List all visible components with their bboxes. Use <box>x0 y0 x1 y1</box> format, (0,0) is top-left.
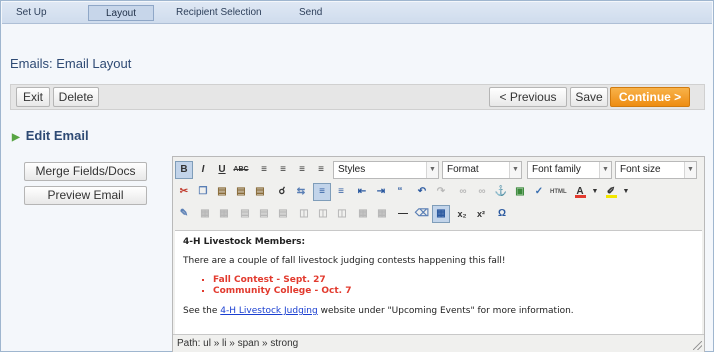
chevron-down-icon[interactable]: ▼ <box>590 183 600 201</box>
replace-icon[interactable]: ⇆ <box>292 183 310 201</box>
paste-icon[interactable]: ▤ <box>213 183 231 201</box>
editor-status-bar: Path: ul » li » span » strong <box>173 334 704 352</box>
chevron-down-icon: ▼ <box>599 162 611 178</box>
bullet-list-icon[interactable]: ≡ <box>313 183 331 201</box>
remove-format-icon[interactable]: ⌫ <box>413 205 431 223</box>
highlight-color-icon[interactable]: ✐ <box>602 183 620 201</box>
edit-css-icon[interactable]: ✎ <box>175 205 193 223</box>
section-title: ▶ Edit Email <box>12 128 89 143</box>
top-nav: Set Up Layout Recipient Selection Send <box>2 2 712 24</box>
tab-recipient-selection[interactable]: Recipient Selection <box>170 5 268 21</box>
section-title-label: Edit Email <box>25 128 89 143</box>
subscript-icon[interactable]: x₂ <box>453 205 471 223</box>
numbered-list-icon[interactable]: ≡ <box>332 183 350 201</box>
delete-button[interactable]: Delete <box>53 87 99 107</box>
tab-set-up[interactable]: Set Up <box>10 5 53 21</box>
italic-icon[interactable]: I <box>194 161 212 179</box>
chevron-down-icon: ▼ <box>426 162 438 178</box>
split-cells-icon[interactable]: ▦ <box>354 205 372 223</box>
chevron-down-icon[interactable]: ▼ <box>621 183 631 201</box>
paste-word-icon[interactable]: ▤ <box>251 183 269 201</box>
editor-toolbar-row-3: ✎ ▦ ▦ ▤ ▤ ▤ ◫ ◫ ◫ ▦ ▦ — ⌫ ▦ x₂ x² Ω <box>175 203 702 225</box>
format-select[interactable]: Format ▼ <box>442 161 522 179</box>
undo-icon[interactable]: ↶ <box>413 183 431 201</box>
html-source-icon[interactable]: HTML <box>549 183 567 201</box>
page-title: Emails: Email Layout <box>10 56 132 71</box>
app-frame: Set Up Layout Recipient Selection Send E… <box>0 0 714 352</box>
editor-toolbar-row-1: B I U ABC ≡ ≡ ≡ ≡ Styles ▼ Format ▼ Font f… <box>175 159 702 181</box>
align-justify-icon[interactable]: ≡ <box>312 161 330 179</box>
element-path: Path: ul » li » span » strong <box>177 338 299 349</box>
blockquote-icon[interactable]: “ <box>391 183 409 201</box>
merge-cells-icon[interactable]: ▦ <box>373 205 391 223</box>
align-center-icon[interactable]: ≡ <box>274 161 292 179</box>
action-bar: Exit Delete < Previous Save Continue > <box>10 84 705 110</box>
outro-after: website under "Upcoming Events" for more… <box>317 306 574 316</box>
align-left-icon[interactable]: ≡ <box>255 161 273 179</box>
insert-col-after-icon[interactable]: ◫ <box>314 205 332 223</box>
outdent-icon[interactable]: ⇤ <box>353 183 371 201</box>
merge-fields-button[interactable]: Merge Fields/Docs <box>24 162 147 181</box>
redo-icon[interactable]: ↷ <box>432 183 450 201</box>
table-cell-props-icon[interactable]: ▦ <box>215 205 233 223</box>
special-character-icon[interactable]: Ω <box>493 205 511 223</box>
exit-button[interactable]: Exit <box>16 87 50 107</box>
editor-content[interactable]: 4-H Livestock Members: There are a coupl… <box>175 230 702 334</box>
font-size-select-value: Font size <box>620 164 661 175</box>
image-icon[interactable]: ▣ <box>511 183 529 201</box>
indent-icon[interactable]: ⇥ <box>372 183 390 201</box>
link-icon[interactable]: ∞ <box>454 183 472 201</box>
align-right-icon[interactable]: ≡ <box>293 161 311 179</box>
styles-select[interactable]: Styles ▼ <box>333 161 439 179</box>
unlink-icon[interactable]: ∞ <box>473 183 491 201</box>
insert-row-before-icon[interactable]: ▤ <box>236 205 254 223</box>
continue-button[interactable]: Continue > <box>610 87 690 107</box>
email-outro: See the 4-H Livestock Judging website un… <box>183 306 694 316</box>
tab-layout[interactable]: Layout <box>88 5 154 21</box>
visual-aid-icon[interactable]: ▦ <box>432 205 450 223</box>
paste-text-icon[interactable]: ▤ <box>232 183 250 201</box>
table-row-props-icon[interactable]: ▦ <box>196 205 214 223</box>
find-icon[interactable]: ☌ <box>273 183 291 201</box>
styles-select-value: Styles <box>338 164 366 175</box>
livestock-judging-link[interactable]: 4-H Livestock Judging <box>220 306 317 316</box>
font-family-select[interactable]: Font family ▼ <box>527 161 612 179</box>
previous-button[interactable]: < Previous <box>489 87 567 107</box>
delete-col-icon[interactable]: ◫ <box>333 205 351 223</box>
horizontal-rule-icon[interactable]: — <box>394 205 412 223</box>
font-family-select-value: Font family <box>532 164 581 175</box>
cut-icon[interactable]: ✂ <box>175 183 193 201</box>
strikethrough-icon[interactable]: ABC <box>232 161 250 179</box>
cleanup-icon[interactable]: ✓ <box>530 183 548 201</box>
format-select-value: Format <box>447 164 479 175</box>
outro-before: See the <box>183 306 221 316</box>
list-item: Fall Contest - Sept. 27 <box>213 275 694 286</box>
bold-icon[interactable]: B <box>175 161 193 179</box>
email-intro: There are a couple of fall livestock jud… <box>183 256 506 266</box>
rich-text-editor: B I U ABC ≡ ≡ ≡ ≡ Styles ▼ Format ▼ Font f… <box>172 156 705 352</box>
delete-row-icon[interactable]: ▤ <box>274 205 292 223</box>
expand-arrow-icon: ▶ <box>12 132 20 143</box>
email-heading: 4-H Livestock Members: <box>183 237 306 247</box>
font-size-select[interactable]: Font size ▼ <box>615 161 697 179</box>
copy-icon[interactable]: ❐ <box>194 183 212 201</box>
save-button[interactable]: Save <box>570 87 608 107</box>
insert-col-before-icon[interactable]: ◫ <box>295 205 313 223</box>
tab-send[interactable]: Send <box>293 5 328 21</box>
anchor-icon[interactable]: ⚓ <box>492 183 510 201</box>
underline-icon[interactable]: U <box>213 161 231 179</box>
chevron-down-icon: ▼ <box>509 162 521 178</box>
resize-handle-icon[interactable] <box>693 341 702 350</box>
preview-email-button[interactable]: Preview Email <box>24 186 147 205</box>
email-list: Fall Contest - Sept. 27 Community Colleg… <box>213 275 694 297</box>
insert-row-after-icon[interactable]: ▤ <box>255 205 273 223</box>
superscript-icon[interactable]: x² <box>472 205 490 223</box>
chevron-down-icon: ▼ <box>684 162 696 178</box>
editor-toolbar-row-2: ✂ ❐ ▤ ▤ ▤ ☌ ⇆ ≡ ≡ ⇤ ⇥ “ ↶ ↷ ∞ ∞ ⚓ ▣ ✓ HT… <box>175 181 702 203</box>
list-item: Community College - Oct. 7 <box>213 286 694 297</box>
text-color-icon[interactable]: A <box>571 183 589 201</box>
